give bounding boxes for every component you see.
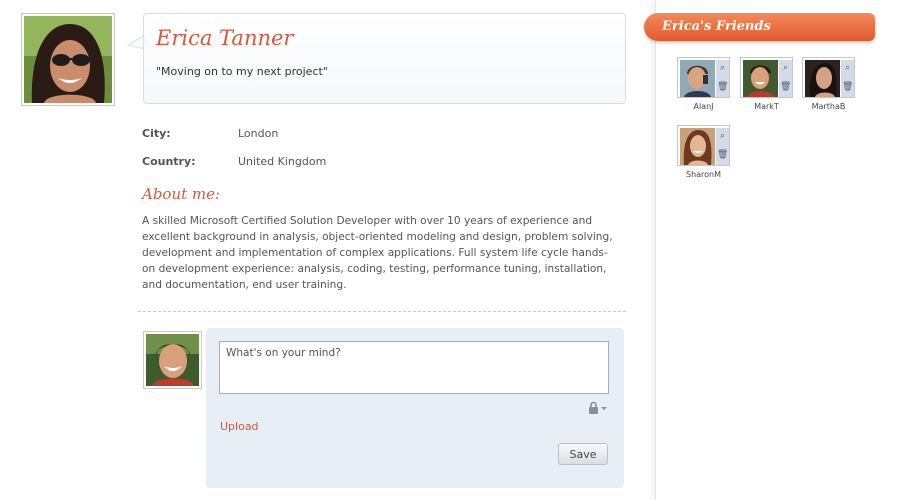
status-input[interactable] bbox=[219, 341, 609, 394]
save-button[interactable]: Save bbox=[558, 443, 608, 465]
delete-icon[interactable]: 🗑 bbox=[780, 82, 791, 93]
status-bubble: Erica Tanner "Moving on to my next proje… bbox=[143, 13, 626, 104]
friend-card[interactable]: ⌕ 🗑 SharonM bbox=[677, 125, 730, 185]
friend-tools: ⌕ 🗑 bbox=[841, 60, 854, 97]
post-composer: Upload Save bbox=[206, 328, 624, 488]
upload-link[interactable]: Upload bbox=[220, 420, 259, 433]
profile-status: "Moving on to my next project" bbox=[156, 65, 328, 78]
friends-title: Erica's Friends bbox=[662, 19, 771, 34]
lock-dropdown-icon[interactable] bbox=[587, 401, 609, 415]
country-value: United Kingdom bbox=[238, 155, 327, 168]
friends-header: Erica's Friends bbox=[644, 13, 875, 41]
friend-photo[interactable] bbox=[680, 128, 715, 165]
delete-icon[interactable]: 🗑 bbox=[842, 82, 853, 93]
friend-name[interactable]: MarthaB bbox=[802, 102, 855, 111]
friend-photo[interactable] bbox=[805, 60, 840, 97]
friend-tools: ⌕ 🗑 bbox=[779, 60, 792, 97]
delete-icon[interactable]: 🗑 bbox=[717, 82, 728, 93]
city-value: London bbox=[238, 127, 279, 140]
friend-thumbnail[interactable]: ⌕ 🗑 bbox=[802, 57, 855, 98]
profile-name: Erica Tanner bbox=[156, 26, 294, 50]
divider bbox=[138, 311, 626, 312]
friend-card[interactable]: ⌕ 🗑 MarthaB bbox=[802, 57, 855, 117]
city-label: City: bbox=[142, 127, 171, 140]
about-title: About me: bbox=[142, 185, 221, 203]
profile-avatar bbox=[21, 13, 115, 106]
delete-icon[interactable]: 🗑 bbox=[717, 150, 728, 161]
zoom-icon[interactable]: ⌕ bbox=[717, 131, 728, 142]
friend-tools: ⌕ 🗑 bbox=[716, 60, 729, 97]
friend-name[interactable]: MarkT bbox=[740, 102, 793, 111]
friend-thumbnail[interactable]: ⌕ 🗑 bbox=[677, 125, 730, 166]
friend-thumbnail[interactable]: ⌕ 🗑 bbox=[740, 57, 793, 98]
zoom-icon[interactable]: ⌕ bbox=[842, 63, 853, 74]
friend-card[interactable]: ⌕ 🗑 AlanJ bbox=[677, 57, 730, 117]
friend-photo[interactable] bbox=[743, 60, 778, 97]
about-text: A skilled Microsoft Certified Solution D… bbox=[142, 215, 613, 291]
zoom-icon[interactable]: ⌕ bbox=[717, 63, 728, 74]
friend-thumbnail[interactable]: ⌕ 🗑 bbox=[677, 57, 730, 98]
friend-photo[interactable] bbox=[680, 60, 715, 97]
friend-card[interactable]: ⌕ 🗑 MarkT bbox=[740, 57, 793, 117]
country-label: Country: bbox=[142, 155, 196, 168]
friend-tools: ⌕ 🗑 bbox=[716, 128, 729, 165]
current-user-avatar bbox=[143, 331, 202, 389]
friend-name[interactable]: AlanJ bbox=[677, 102, 730, 111]
zoom-icon[interactable]: ⌕ bbox=[780, 63, 791, 74]
friend-name[interactable]: SharonM bbox=[677, 170, 730, 179]
